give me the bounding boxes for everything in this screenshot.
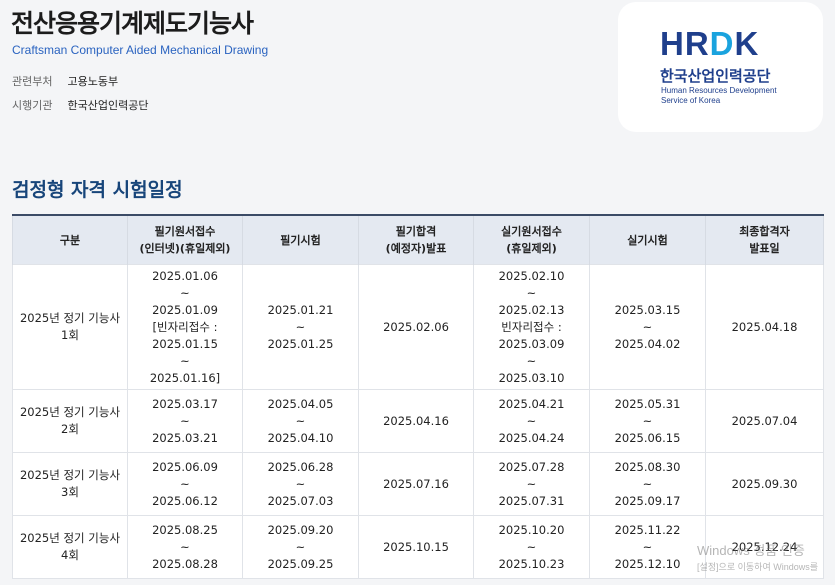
- cell-written-result: 2025.07.16: [358, 452, 474, 516]
- logo-mark-b: D: [709, 25, 735, 62]
- cell-round: 2025년 정기 기능사 1회: [12, 264, 128, 390]
- cell-written-exam: 2025.01.21 ~ 2025.01.25: [242, 264, 359, 390]
- cell-written-result: 2025.04.16: [358, 389, 474, 453]
- agency-value: 한국산업인력공단: [67, 99, 149, 112]
- cell-round: 2025년 정기 기능사 4회: [12, 515, 128, 579]
- page-subtitle: Craftsman Computer Aided Mechanical Draw…: [12, 43, 269, 57]
- cell-written-application: 2025.01.06 ~ 2025.01.09 [빈자리접수 : 2025.01…: [127, 264, 243, 390]
- cell-final-result: 2025.04.18: [705, 264, 824, 390]
- header-written-exam: 필기시험: [242, 214, 359, 265]
- logo-english-name: Human Resources Development Service of K…: [661, 86, 811, 106]
- agency-row: 시행기관 한국산업인력공단: [12, 97, 148, 113]
- logo-english-line2: Service of Korea: [661, 96, 721, 105]
- cell-practical-application: 2025.07.28 ~ 2025.07.31: [473, 452, 590, 516]
- cell-round: 2025년 정기 기능사 2회: [12, 389, 128, 453]
- logo-mark-c: K: [734, 25, 760, 62]
- hrdk-logo: HRDK: [660, 27, 759, 60]
- cell-written-exam: 2025.06.28 ~ 2025.07.03: [242, 452, 359, 516]
- cell-written-result: 2025.02.06: [358, 264, 474, 390]
- table-row: 2025년 정기 기능사 1회 2025.01.06 ~ 2025.01.09 …: [12, 264, 824, 390]
- cell-written-application: 2025.03.17 ~ 2025.03.21: [127, 389, 243, 453]
- cell-written-application: 2025.08.25 ~ 2025.08.28: [127, 515, 243, 579]
- page-title: 전산응용기계제도기능사: [11, 9, 254, 38]
- logo-english-line1: Human Resources Development: [661, 86, 777, 95]
- cell-practical-exam: 2025.11.22 ~ 2025.12.10: [589, 515, 706, 579]
- dept-label: 관련부처: [12, 75, 53, 88]
- exam-schedule-table: 구분 필기원서접수 (인터넷)(휴일제외) 필기시험 필기합격 (예정자)발표 …: [12, 214, 824, 579]
- header-practical-exam: 실기시험: [589, 214, 706, 265]
- cell-round: 2025년 정기 기능사 3회: [12, 452, 128, 516]
- header-practical-application: 실기원서접수 (휴일제외): [473, 214, 590, 265]
- header-written-application: 필기원서접수 (인터넷)(휴일제외): [127, 214, 243, 265]
- header-final-result: 최종합격자 발표일: [705, 214, 824, 265]
- cell-final-result: 2025.09.30: [705, 452, 824, 516]
- hrdk-logo-card: HRDK 한국산업인력공단 Human Resources Developmen…: [618, 2, 823, 132]
- logo-korean-name: 한국산업인력공단: [660, 67, 771, 85]
- cell-written-result: 2025.10.15: [358, 515, 474, 579]
- cell-final-result: 2025.12.24: [705, 515, 824, 579]
- table-header-row: 구분 필기원서접수 (인터넷)(휴일제외) 필기시험 필기합격 (예정자)발표 …: [12, 214, 824, 265]
- header-category: 구분: [12, 214, 128, 265]
- cell-practical-application: 2025.10.20 ~ 2025.10.23: [473, 515, 590, 579]
- section-title: 검정형 자격 시험일정: [12, 179, 183, 201]
- cell-written-exam: 2025.04.05 ~ 2025.04.10: [242, 389, 359, 453]
- dept-row: 관련부처 고용노동부: [12, 73, 118, 89]
- cell-practical-exam: 2025.05.31 ~ 2025.06.15: [589, 389, 706, 453]
- cell-practical-exam: 2025.03.15 ~ 2025.04.02: [589, 264, 706, 390]
- dept-value: 고용노동부: [67, 75, 119, 88]
- cell-final-result: 2025.07.04: [705, 389, 824, 453]
- header-written-result: 필기합격 (예정자)발표: [358, 214, 474, 265]
- cell-written-application: 2025.06.09 ~ 2025.06.12: [127, 452, 243, 516]
- cell-practical-exam: 2025.08.30 ~ 2025.09.17: [589, 452, 706, 516]
- cell-written-exam: 2025.09.20 ~ 2025.09.25: [242, 515, 359, 579]
- logo-mark-a: HR: [660, 25, 710, 62]
- cell-practical-application: 2025.04.21 ~ 2025.04.24: [473, 389, 590, 453]
- cell-practical-application: 2025.02.10 ~ 2025.02.13 빈자리접수 : 2025.03.…: [473, 264, 590, 390]
- table-row: 2025년 정기 기능사 2회 2025.03.17 ~ 2025.03.21 …: [12, 389, 824, 453]
- table-row: 2025년 정기 기능사 3회 2025.06.09 ~ 2025.06.12 …: [12, 452, 824, 516]
- table-row: 2025년 정기 기능사 4회 2025.08.25 ~ 2025.08.28 …: [12, 515, 824, 579]
- agency-label: 시행기관: [12, 99, 53, 112]
